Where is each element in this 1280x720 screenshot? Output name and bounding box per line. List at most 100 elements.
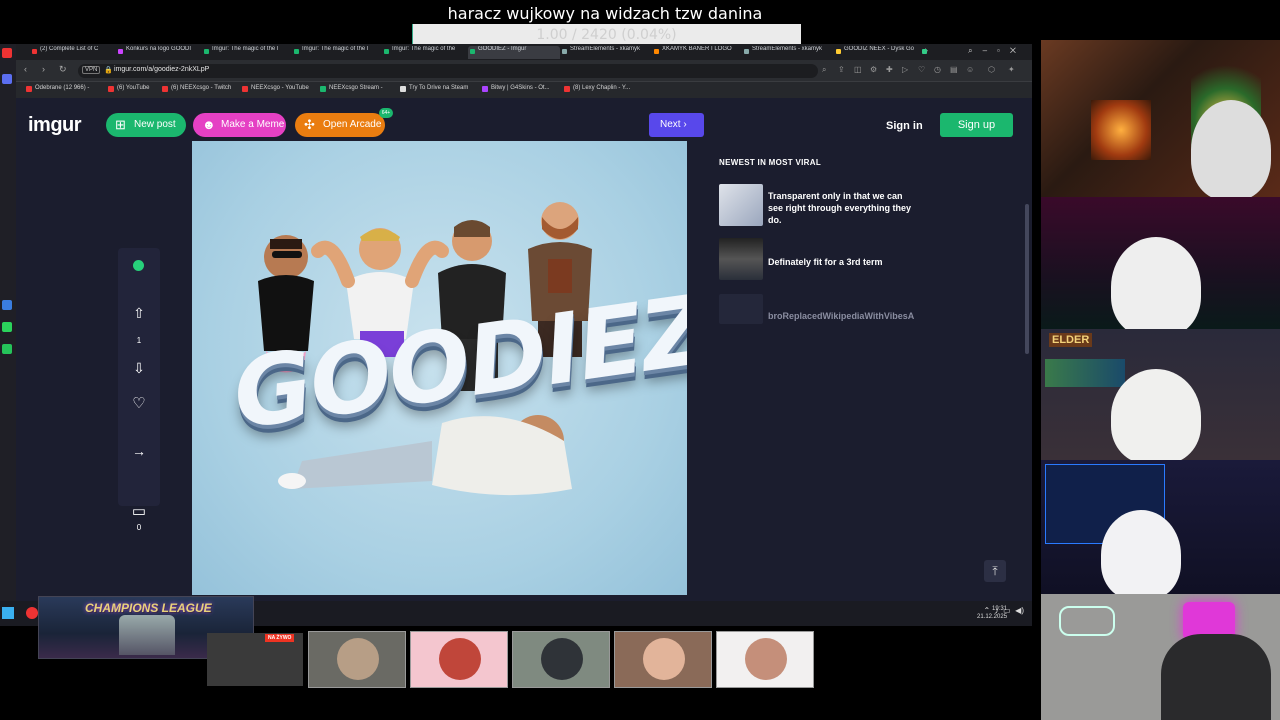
app-icon[interactable] — [2, 74, 12, 84]
address-bar-row: ‹ › ↻ VPN 🔒 imgur.com/a/goodiez-2nkXLpP … — [16, 60, 1032, 82]
make-meme-label: Make a Meme — [221, 119, 285, 130]
tab[interactable]: Imgur: The magic of the I — [202, 46, 292, 59]
open-arcade-button[interactable]: ✣ Open Arcade — [295, 113, 385, 137]
avatar — [541, 638, 583, 680]
play-icon[interactable]: ▷ — [902, 65, 908, 74]
sidebar-item-title[interactable]: Transparent only in that we can see righ… — [768, 190, 918, 226]
clock-date: 21.12.2025 — [977, 614, 1008, 620]
bookmark[interactable]: (8) Lexy Chaplin - Y... — [564, 85, 630, 92]
app-icon[interactable] — [2, 48, 12, 58]
history-icon[interactable]: ◷ — [934, 65, 941, 74]
forward-icon[interactable]: › — [42, 64, 45, 74]
wallet-icon[interactable]: ▤ — [950, 65, 958, 74]
zoom-icon[interactable]: ⌕ — [822, 65, 826, 75]
avatar — [643, 638, 685, 680]
bookmark[interactable]: NEEXcsgo - YouTube — [242, 85, 309, 92]
avatar — [745, 638, 787, 680]
ai-icon[interactable]: ✦ — [1008, 65, 1015, 74]
url-text: imgur.com/a/goodiez-2nkXLpP — [114, 66, 210, 73]
messenger-icon[interactable] — [2, 300, 12, 310]
arrow-up-icon[interactable]: ⇧ — [118, 305, 160, 322]
bookmarks-bar: Odebrane (12 966) - (6) YouTube (6) NEEX… — [16, 82, 1032, 98]
open-arcade-label: Open Arcade — [323, 119, 382, 130]
close-icon[interactable]: ✕ — [1010, 46, 1026, 55]
new-post-button[interactable]: ⊞ New post — [106, 113, 186, 137]
tab-label: XKAMYK BANER I LOGO — [662, 46, 732, 52]
lock-icon: 🔒 — [104, 67, 113, 74]
page-scrollbar[interactable] — [1025, 204, 1029, 354]
bookmark[interactable]: Bitwy | G4Skins - Ot... — [482, 85, 550, 92]
trophy-icon — [119, 615, 175, 655]
new-tab-button[interactable]: + — [920, 46, 934, 59]
sidebar-item-title[interactable]: broReplacedWikipediaWithVibesA — [768, 310, 918, 322]
browser-window: (2) Complete List of C Konkurs na logo G… — [16, 44, 1032, 601]
tab[interactable]: StreamElements - xkamyk — [560, 46, 652, 59]
comment-icon[interactable]: ▭ — [118, 502, 160, 520]
gaming-chair — [1161, 634, 1271, 720]
streamer-figure — [1111, 369, 1201, 460]
tab-label: StreamElements - xkamyk — [752, 46, 823, 52]
heart-icon[interactable]: ♡ — [118, 394, 160, 412]
vote-count: 1 — [136, 336, 142, 345]
webcam-feed: ELDER — [1041, 329, 1280, 460]
tab[interactable]: Imgur: The magic of the I — [292, 46, 382, 59]
stream-overlay-title: haracz wujkowy na widzach tzw danina — [447, 4, 763, 23]
url-input[interactable]: VPN 🔒 imgur.com/a/goodiez-2nkXLpP — [78, 64, 818, 78]
bookmark[interactable]: Odebrane (12 966) - — [26, 85, 89, 92]
channel-logo: ELDER — [1049, 333, 1093, 347]
post-thumbnail[interactable] — [719, 238, 763, 280]
back-icon[interactable]: ‹ — [24, 64, 27, 74]
volume-icon[interactable]: ◀) — [1015, 606, 1024, 615]
taskbar-clock[interactable]: 19:31 21.12.2025 — [977, 605, 1007, 621]
sign-in-link[interactable]: Sign in — [886, 120, 923, 132]
webcam-feed — [1041, 197, 1280, 329]
shield-icon[interactable]: ⬡ — [988, 65, 995, 74]
imgur-logo[interactable]: imgur — [28, 114, 82, 137]
share-arrow-icon[interactable]: → — [118, 443, 160, 459]
heart-icon[interactable]: ♡ — [918, 65, 925, 74]
whatsapp-icon[interactable] — [2, 322, 12, 332]
tab[interactable]: (2) Complete List of C — [30, 46, 116, 59]
donation-goal-text: 1.00 / 2420 (0.04%) — [536, 27, 677, 43]
tab[interactable]: Konkurs na logo GOODI — [116, 46, 202, 59]
minimize-icon[interactable]: – — [983, 46, 997, 55]
make-meme-button[interactable]: ☻ Make a Meme — [193, 113, 286, 137]
tab[interactable]: Imgur: The magic of the — [382, 46, 468, 59]
sign-up-button[interactable]: Sign up — [940, 113, 1013, 137]
reload-icon[interactable]: ↻ — [59, 64, 67, 75]
profile-icon[interactable]: ☺ — [966, 65, 974, 74]
windows-start-icon[interactable] — [2, 607, 14, 619]
tab[interactable]: StreamElements - xkamyk — [742, 46, 834, 59]
sidebar-item-title[interactable]: Definately fit for a 3rd term — [768, 256, 918, 268]
viewer-avatar-tile — [614, 631, 712, 688]
post-thumbnail[interactable] — [719, 184, 763, 226]
bookmark[interactable]: NEEXcsgo Stream - — [320, 85, 383, 92]
scroll-to-top-button[interactable]: ⤒ — [984, 560, 1006, 582]
window-controls: ⌕–▫✕ — [968, 46, 1026, 56]
clock-time: 19:31 — [992, 606, 1008, 612]
spotify-icon[interactable] — [2, 344, 12, 354]
maximize-icon[interactable]: ▫ — [997, 46, 1010, 55]
webcam-feed — [1041, 460, 1280, 594]
extension-icon[interactable]: ✚ — [886, 65, 893, 74]
settings-icon[interactable]: ⚙ — [870, 65, 877, 74]
opera-icon[interactable] — [26, 607, 38, 619]
tab[interactable]: GOODIZ NEEX - Dysk Go — [834, 46, 920, 59]
tab-label: Imgur: The magic of the I — [212, 46, 279, 52]
comment-count: 0 — [136, 523, 142, 532]
bookmark[interactable]: Try To Drive na Steam — [400, 85, 468, 92]
bookmark[interactable]: (6) YouTube — [108, 85, 149, 92]
bookmark[interactable]: (6) NEEXcsgo - Twitch — [162, 85, 231, 92]
screenshot-icon[interactable]: ◫ — [854, 65, 862, 74]
tab-active[interactable]: GOODIEZ - Imgur — [468, 46, 560, 59]
meme-icon: ☻ — [202, 117, 216, 132]
share-icon[interactable]: ⇪ — [838, 65, 845, 74]
fireplace — [1091, 100, 1151, 160]
vpn-badge[interactable]: VPN — [82, 66, 101, 74]
next-post-button[interactable]: Next › — [649, 113, 704, 137]
search-tabs-icon[interactable]: ⌕ — [968, 46, 982, 55]
arrow-down-icon[interactable]: ⇩ — [118, 360, 160, 377]
tab[interactable]: XKAMYK BANER I LOGO — [652, 46, 742, 59]
post-thumbnail[interactable] — [719, 294, 763, 324]
post-image[interactable]: GOODIEZ — [192, 141, 687, 595]
